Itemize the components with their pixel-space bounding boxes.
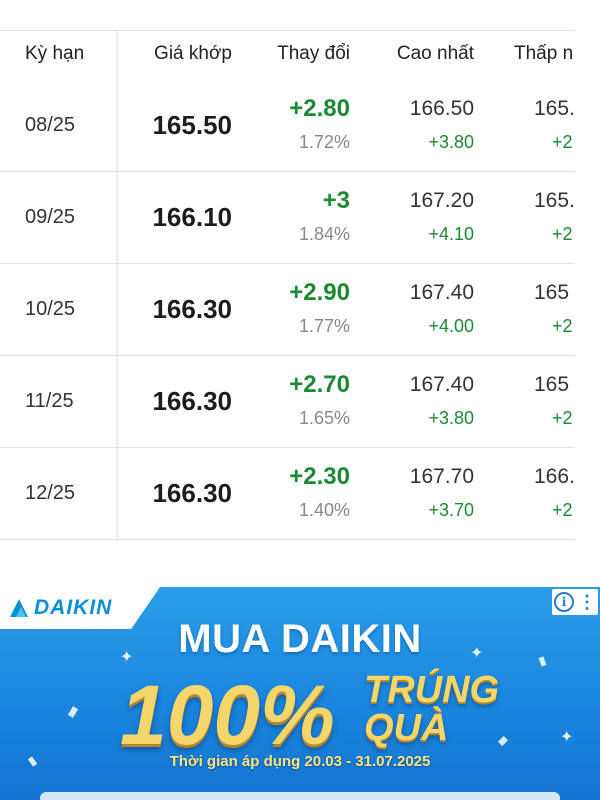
ad-choices[interactable]: i ⋮ [552,589,598,615]
futures-table: Kỳ hạn Giá khớp Thay đổi Cao nhất Thấp n… [0,30,575,540]
table-row[interactable]: 10/25 166.30 +2.90 1.77% 167.40 +4.00 16… [0,264,575,356]
ad-banner[interactable]: ✦ ✦ ✦ DAIKIN i ⋮ MUA DAIKIN 100% TRÚNG Q… [0,587,600,800]
confetti [498,736,508,746]
price-cell: 166.30 [152,386,232,416]
table-row[interactable]: 09/25 166.10 +3 1.84% 167.20 +4.10 165. … [0,172,575,264]
ad-headline: MUA DAIKIN [178,617,422,661]
table-header: Kỳ hạn Giá khớp Thay đổi Cao nhất Thấp n [0,30,575,80]
term-cell: 10/25 [25,298,76,320]
price-cell: 166.10 [152,202,232,232]
change-percent: 1.84% [298,224,350,244]
ad-period: Thời gian áp dụng 20.03 - 31.07.2025 [169,753,431,770]
change-value: +3 [322,187,350,214]
change-value: +2.90 [289,279,350,306]
high-value: 167.40 [409,281,474,304]
term-cell: 08/25 [25,114,76,136]
header-price[interactable]: Giá khớp [154,43,232,65]
high-change: +3.80 [428,408,474,428]
low-change: +2 [552,132,573,152]
change-value: +2.80 [289,95,350,122]
header-high[interactable]: Cao nhất [397,43,474,65]
change-value: +2.30 [289,463,350,490]
low-value: 165. [534,189,575,212]
daikin-logo-icon [10,599,28,617]
low-change: +2 [552,500,573,520]
header-term[interactable]: Kỳ hạn [25,43,84,65]
ad-win-line1: TRÚNG [364,669,500,711]
high-change: +4.00 [428,316,474,336]
high-value: 167.40 [409,373,474,396]
low-value: 165. [534,97,575,120]
term-cell: 11/25 [25,390,74,412]
price-cell: 166.30 [152,478,232,508]
change-percent: 1.65% [298,408,350,428]
low-change: +2 [552,316,573,336]
table-row[interactable]: 08/25 165.50 +2.80 1.72% 166.50 +3.80 16… [0,80,575,172]
change-percent: 1.40% [298,500,350,520]
frozen-column-shadow [116,30,120,540]
low-value: 166. [534,465,575,488]
sparkle-icon: ✦ [560,729,574,746]
low-value: 165 [534,281,570,304]
more-options-icon[interactable]: ⋮ [578,593,596,611]
confetti [67,706,79,718]
low-value: 165 [534,373,570,396]
price-cell: 166.30 [152,294,232,324]
row-divider [0,539,575,540]
price-cell: 165.50 [152,110,232,140]
high-value: 167.70 [409,465,474,488]
info-icon[interactable]: i [554,592,574,612]
ad-bottom-strip [40,792,560,800]
header-change[interactable]: Thay đổi [277,43,350,65]
term-cell: 09/25 [25,206,76,228]
table-row[interactable]: 12/25 166.30 +2.30 1.40% 167.70 +3.70 16… [0,448,575,540]
table-row[interactable]: 11/25 166.30 +2.70 1.65% 167.40 +3.80 16… [0,356,575,448]
high-change: +3.80 [428,132,474,152]
high-change: +4.10 [428,224,474,244]
ad-big-percent: 100% [120,668,335,762]
ad-win-line2: QUÀ [364,707,449,749]
term-cell: 12/25 [25,482,76,504]
low-change: +2 [552,224,573,244]
change-percent: 1.77% [298,316,350,336]
change-percent: 1.72% [298,132,350,152]
change-value: +2.70 [289,371,350,398]
high-value: 166.50 [409,97,474,120]
page: Kỳ hạn Giá khớp Thay đổi Cao nhất Thấp n… [0,0,600,800]
header-low[interactable]: Thấp n [514,43,573,65]
high-change: +3.70 [428,500,474,520]
low-change: +2 [552,408,573,428]
high-value: 167.20 [409,189,474,212]
